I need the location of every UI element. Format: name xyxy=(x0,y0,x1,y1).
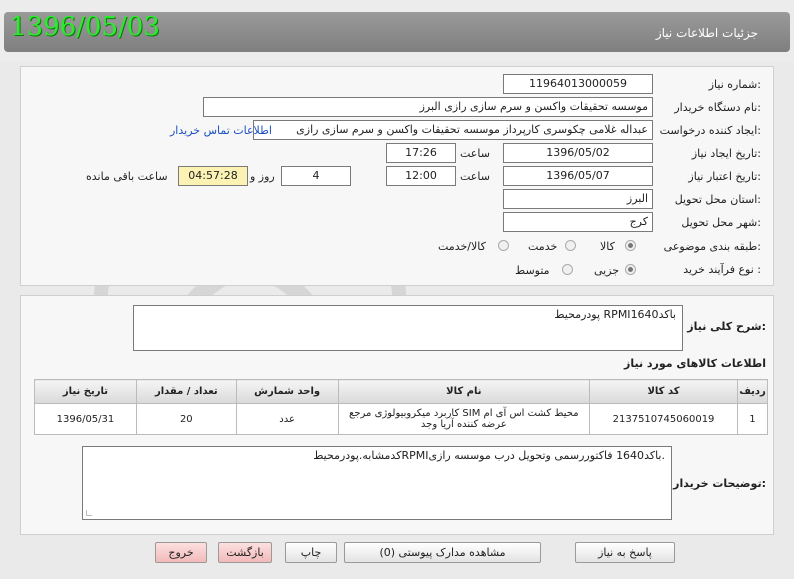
date-stamp: 1396/05/03 xyxy=(10,12,160,42)
requester-label: ایجاد کننده درخواست: xyxy=(659,124,761,137)
col-item-name: نام کالا xyxy=(337,379,591,404)
process-radio-medium[interactable] xyxy=(562,264,573,275)
summary-text: پودرمحیط RPMIباکد1640 xyxy=(554,308,676,321)
buyer-notes-textarea: کدمشابه.پودرمحیطRPMIباکد1640 فاکتوررسمی … xyxy=(82,446,672,520)
summary-label: شرح کلی نیاز: xyxy=(687,320,766,333)
category-option-goods: کالا xyxy=(600,240,615,253)
cell-row: 1 xyxy=(736,403,769,435)
table-row: 1396/05/31 20 عدد محیط کشت اس آی ام SIM … xyxy=(34,403,769,435)
view-attachments-button[interactable]: مشاهده مدارک پیوستی (0) xyxy=(344,542,541,563)
requester-field: عبداله غلامی چکوسری کارپرداز موسسه تحقیق… xyxy=(253,120,653,140)
time-remaining-label: ساعت باقی مانده xyxy=(86,170,168,183)
back-button[interactable]: بازگشت xyxy=(218,542,272,563)
valid-time-label: ساعت xyxy=(460,170,490,183)
items-table: تاریخ نیاز تعداد / مقدار واحد شمارش نام … xyxy=(34,379,769,435)
process-option-minor: جزیی xyxy=(594,264,620,277)
create-date-label: تاریخ ایجاد نیاز: xyxy=(691,147,761,160)
category-label: طبقه بندی موضوعی: xyxy=(663,240,761,253)
summary-textarea: پودرمحیط RPMIباکد1640 xyxy=(133,305,683,351)
city-field: کرج xyxy=(503,212,653,232)
need-number-field: 1196401300005‌9 xyxy=(503,74,653,94)
page-header: جزئیات اطلاعات نیاز 1396/05/03 xyxy=(0,0,794,62)
resize-grip-icon[interactable] xyxy=(86,510,92,516)
days-remaining-field: 4 xyxy=(281,166,351,186)
need-number-label: شماره نیاز: xyxy=(708,78,761,91)
exit-button[interactable]: خروج xyxy=(155,542,207,563)
buyer-org-label: نام دستگاه خریدار: xyxy=(674,101,761,114)
buyer-notes-label: توضیحات خریدار: xyxy=(673,477,766,490)
contact-info-link[interactable]: اطلاعات تماس خریدار xyxy=(170,124,272,137)
cell-need-date: 1396/05/31 xyxy=(34,403,137,435)
category-radio-goods-service[interactable] xyxy=(498,240,509,251)
category-radio-goods[interactable] xyxy=(625,240,636,251)
category-radio-service[interactable] xyxy=(565,240,576,251)
city-label: شهر محل تحویل: xyxy=(681,216,761,229)
province-field: البرز xyxy=(503,189,653,209)
province-label: استان محل تحویل: xyxy=(674,193,761,206)
valid-date-field: 1396/05/07 xyxy=(503,166,653,186)
create-time-label: ساعت xyxy=(460,147,490,160)
valid-time-field: 12:00 xyxy=(386,166,456,186)
valid-date-label: تاریخ اعتبار نیاز: xyxy=(688,170,761,183)
col-item-code: کد کالا xyxy=(589,379,738,404)
cell-unit: عدد xyxy=(235,403,339,435)
buyer-org-field: موسسه تحقیقات واکسن و سرم سازی رازی البر… xyxy=(203,97,653,117)
cell-quantity: 20 xyxy=(135,403,237,435)
category-option-goods-service: کالا/خدمت xyxy=(438,240,486,253)
create-date-field: 1396/05/02 xyxy=(503,143,653,163)
page-title: جزئیات اطلاعات نیاز xyxy=(655,26,758,40)
cell-item-code: 2137510745060019 xyxy=(589,403,738,435)
col-quantity: تعداد / مقدار xyxy=(135,379,237,404)
buyer-notes-text: کدمشابه.پودرمحیطRPMIباکد1640 فاکتوررسمی … xyxy=(313,449,665,462)
process-radio-minor[interactable] xyxy=(625,264,636,275)
col-row: ردیف xyxy=(736,379,769,404)
print-button[interactable]: چاپ xyxy=(285,542,337,563)
create-time-field: 17:26 xyxy=(386,143,456,163)
col-unit: واحد شمارش xyxy=(235,379,339,404)
col-need-date: تاریخ نیاز xyxy=(34,379,137,404)
category-option-service: خدمت xyxy=(528,240,558,253)
cell-item-name: محیط کشت اس آی ام SIM کاربرد میکروبیولوژ… xyxy=(337,403,591,435)
time-remaining-field: 04:57:28 xyxy=(178,166,248,186)
process-label: نوع فرآیند خرید : xyxy=(683,263,761,276)
days-label: روز و xyxy=(250,170,275,183)
items-section-title: اطلاعات کالاهای مورد نیاز xyxy=(624,357,766,370)
process-option-medium: متوسط xyxy=(515,264,550,277)
reply-button[interactable]: پاسخ به نیاز xyxy=(575,542,675,563)
